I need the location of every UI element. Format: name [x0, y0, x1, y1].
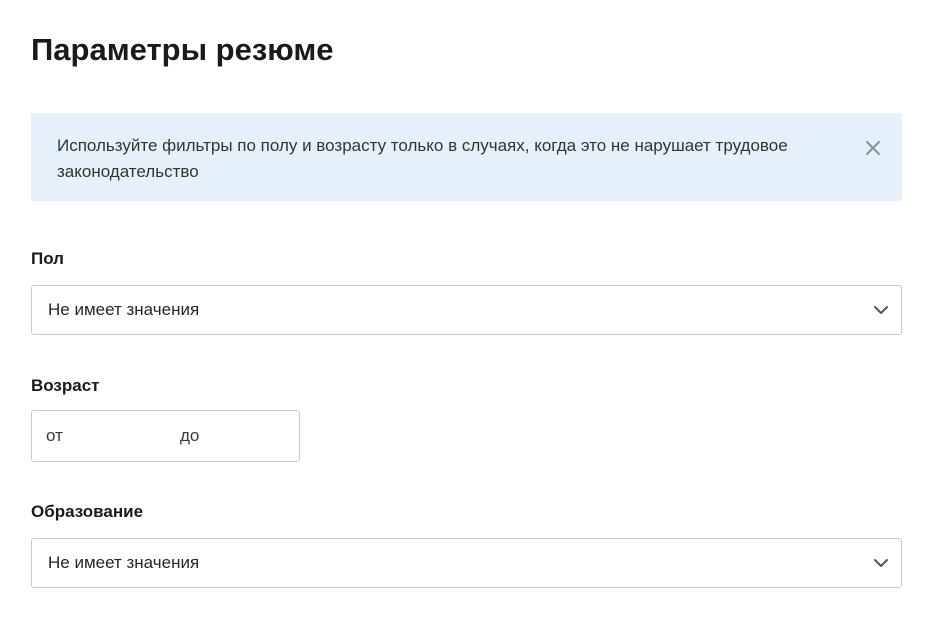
- close-icon[interactable]: [862, 137, 884, 159]
- notice-banner: Используйте фильтры по полу и возрасту т…: [31, 113, 902, 201]
- age-range: [31, 410, 300, 462]
- notice-text: Используйте фильтры по полу и возрасту т…: [57, 136, 788, 181]
- chevron-down-icon: [874, 306, 888, 314]
- resume-parameters-page: Параметры резюме Используйте фильтры по …: [0, 0, 952, 622]
- chevron-down-icon: [874, 559, 888, 567]
- education-label: Образование: [31, 502, 144, 521]
- age-to-input[interactable]: [166, 411, 299, 461]
- gender-label: Пол: [31, 249, 64, 268]
- education-select[interactable]: Не имеет значения: [31, 538, 902, 588]
- page-title: Параметры резюме: [31, 32, 334, 67]
- gender-select[interactable]: Не имеет значения: [31, 285, 902, 335]
- age-label: Возраст: [31, 376, 100, 395]
- age-from-input[interactable]: [32, 411, 166, 461]
- education-select-value: Не имеет значения: [48, 553, 200, 572]
- gender-select-value: Не имеет значения: [48, 300, 200, 319]
